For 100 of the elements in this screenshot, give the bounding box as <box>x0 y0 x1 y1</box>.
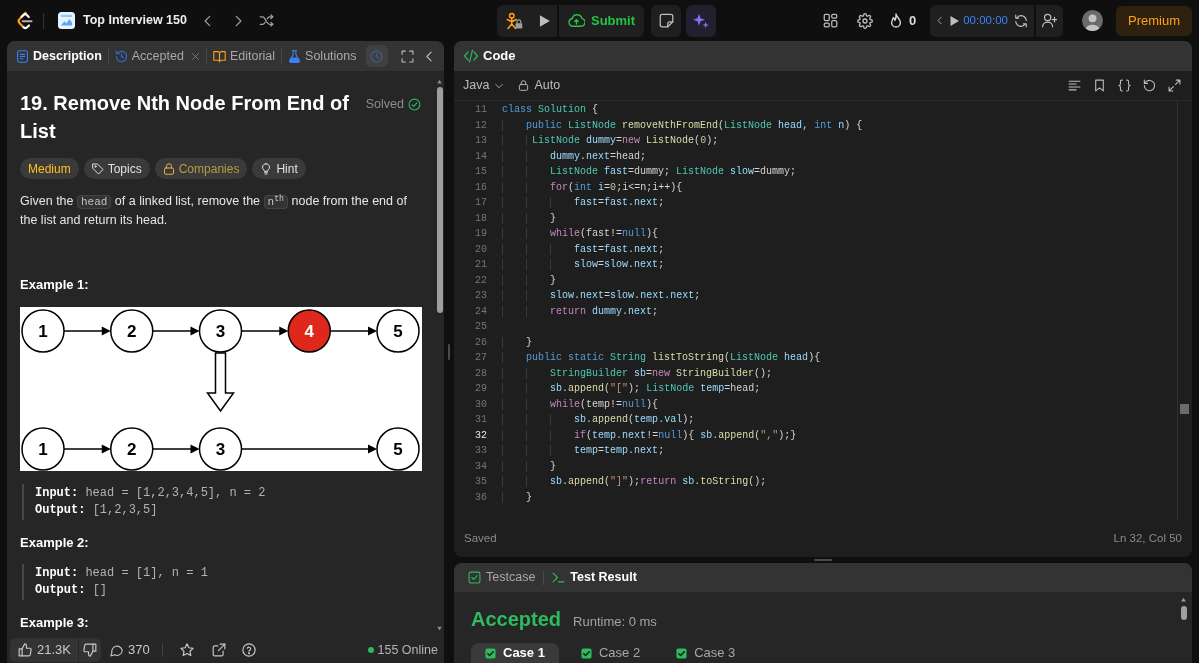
scrollbar-thumb[interactable] <box>436 87 443 313</box>
case-tab[interactable]: Case 2 <box>566 643 655 663</box>
help-icon <box>241 643 256 657</box>
scroll-up-icon[interactable] <box>436 79 443 84</box>
flask-icon <box>288 49 302 63</box>
tab[interactable]: Test Result <box>552 568 637 587</box>
case-tab[interactable]: Case 3 <box>662 643 750 663</box>
tab[interactable]: Accepted <box>114 44 200 68</box>
line-number: 32 <box>474 428 487 443</box>
arrow <box>63 444 111 454</box>
like-button[interactable]: 21.3K <box>10 638 78 662</box>
save-status: Saved <box>464 531 497 547</box>
premium-button[interactable]: Premium <box>1116 5 1192 36</box>
terminal-icon <box>552 571 566 584</box>
list-node: 3 <box>198 309 243 353</box>
hint-button[interactable]: Hint <box>252 158 306 179</box>
scrollbar-thumb[interactable] <box>1180 404 1189 414</box>
history-icon <box>114 49 128 63</box>
example-result-text: Output: [] <box>35 582 108 599</box>
line-number: 14 <box>474 149 487 164</box>
code-line: class Solution { <box>502 103 599 117</box>
scrollbar-thumb[interactable] <box>1180 606 1187 620</box>
problem-title: 19. Remove Nth Node From End of List <box>20 91 350 144</box>
line-number: 29 <box>474 382 487 396</box>
avatar-icon[interactable] <box>1082 10 1103 31</box>
example-result-text: Output: [1,2,3,5] <box>35 502 158 519</box>
code-line: public static String listToString(ListNode head){ <box>502 350 821 366</box>
book-icon <box>212 49 226 63</box>
code-line: ListNode dummy=new ListNode(0); <box>502 133 719 149</box>
share-icon <box>211 643 226 657</box>
study-plan-title[interactable]: Top Interview 150 <box>83 11 187 30</box>
line-number: 11 <box>474 103 487 117</box>
code-icon <box>464 49 478 63</box>
scroll-down-icon[interactable] <box>436 626 443 631</box>
language-dropdown[interactable]: Java <box>463 76 505 95</box>
tab[interactable]: Editorial <box>212 44 276 68</box>
status-dot-icon <box>367 647 374 653</box>
scroll-up-icon[interactable] <box>1180 597 1187 602</box>
code-line: } <box>502 272 557 288</box>
cursor-position: Ln 32, Col 50 <box>1113 531 1182 547</box>
verdict: Accepted <box>471 607 562 632</box>
code-line: fast=fast.next; <box>502 241 665 257</box>
tab[interactable]: Solutions <box>288 44 357 68</box>
topics-button[interactable]: Topics <box>83 158 150 179</box>
line-number: 16 <box>474 180 487 195</box>
tab[interactable]: Description <box>16 44 102 68</box>
code-line: } <box>502 334 533 350</box>
logo-icon[interactable] <box>14 10 34 31</box>
example-heading: Example 3: <box>20 614 90 632</box>
example-args-text: Input: head = [1], n = 1 <box>35 565 208 582</box>
down-arrow <box>206 352 235 413</box>
tab[interactable]: Testcase <box>468 568 536 587</box>
solved-label: Solved <box>365 96 404 113</box>
code-line: for(int i=0;i<=n;i++){ <box>502 179 683 195</box>
line-number: 22 <box>474 273 487 288</box>
chart-icon[interactable] <box>58 12 75 29</box>
line-number: 12 <box>474 118 487 133</box>
mode-button[interactable]: Auto <box>518 76 561 95</box>
line-number: 30 <box>474 397 487 412</box>
line-number: 31 <box>474 413 487 427</box>
refresh-icon <box>1014 13 1028 28</box>
code-line: slow.next=slow.next.next; <box>502 288 701 304</box>
ai-button[interactable] <box>686 4 717 37</box>
arrow <box>152 444 200 454</box>
companies-button[interactable]: Companies <box>154 158 248 179</box>
list-node: 1 <box>21 427 65 471</box>
case-tab[interactable]: Case 1 <box>471 643 559 663</box>
bookmark-icon <box>1092 79 1106 92</box>
star-icon <box>179 643 194 657</box>
code-line: return dummy.next; <box>502 303 659 319</box>
close-icon[interactable] <box>190 51 200 61</box>
list-node: 2 <box>110 427 154 471</box>
arrow <box>63 326 111 336</box>
fullscreen-icon <box>400 49 414 63</box>
difficulty-tag[interactable]: Medium <box>20 158 79 179</box>
code-line: } <box>502 458 557 474</box>
list-node: 5 <box>376 427 420 471</box>
list-node: 1 <box>21 309 65 353</box>
code-line: public ListNode removeNthFromEnd(ListNode head, int n) { <box>502 117 863 133</box>
notes-button[interactable] <box>651 4 682 37</box>
example-heading: Example 1: <box>20 276 90 294</box>
line-number: 24 <box>474 304 487 319</box>
resize-handle[interactable] <box>448 344 450 360</box>
code-line: sb.append("["); ListNode temp=head; <box>502 381 761 397</box>
list-node: 4 <box>287 309 331 353</box>
code-line: temp=temp.next; <box>502 443 665 459</box>
code-line: dummy.next=head; <box>502 148 647 164</box>
example-args-text: Input: head = [1,2,3,4,5], n = 2 <box>35 485 266 502</box>
line-number: 21 <box>474 258 487 272</box>
dislike-button[interactable] <box>79 638 101 662</box>
arrow <box>329 326 377 336</box>
list-node: 2 <box>110 309 154 353</box>
list-node: 5 <box>376 309 420 353</box>
check-circle-icon <box>408 97 421 111</box>
comments-button[interactable]: 370 <box>110 638 150 662</box>
list-node: 3 <box>198 427 243 471</box>
resize-handle[interactable] <box>814 559 832 561</box>
align-left-icon <box>1067 79 1081 92</box>
submit-button[interactable]: Submit <box>559 4 645 37</box>
streak-button[interactable]: 0 <box>886 6 919 35</box>
